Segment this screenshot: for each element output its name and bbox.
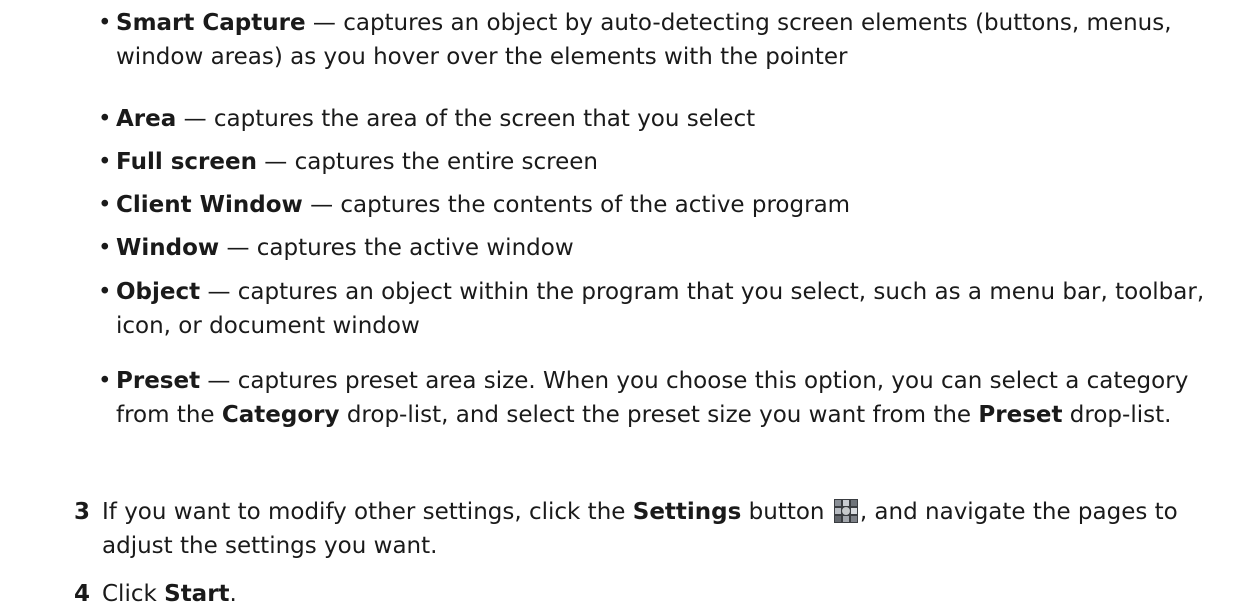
bullet-glyph: • <box>98 235 112 261</box>
capture-mode-name: Window <box>116 235 220 261</box>
capture-mode-description: drop-list. <box>1062 402 1172 428</box>
bullet-glyph: • <box>98 279 112 305</box>
capture-mode-client-window: • Client Window — captures the contents o… <box>98 188 1238 222</box>
capture-mode-name: Full screen <box>116 149 257 175</box>
step-4: 4 Click Start. <box>74 577 1234 611</box>
bullet-glyph: • <box>98 192 112 218</box>
step-text: button <box>741 499 832 525</box>
bullet-glyph: • <box>98 368 112 394</box>
settings-icon <box>833 499 858 523</box>
step-number: 4 <box>74 581 91 607</box>
bullet-glyph: • <box>98 149 112 175</box>
bullet-glyph: • <box>98 106 112 132</box>
category-droplist-ref: Category <box>221 402 340 428</box>
start-ref: Start <box>164 581 230 607</box>
bullet-glyph: • <box>98 10 112 36</box>
capture-mode-name: Area <box>116 106 177 132</box>
capture-mode-description: captures the active window <box>256 235 574 261</box>
step-3: 3 If you want to modify other settings, c… <box>74 495 1234 563</box>
dash: — <box>176 106 214 132</box>
step-text: If you want to modify other settings, cl… <box>102 499 633 525</box>
dash: — <box>302 192 341 218</box>
capture-mode-window: • Window — captures the active window <box>98 231 1238 265</box>
step-text: . <box>229 581 237 607</box>
capture-mode-description: drop-list, and select the preset size yo… <box>339 402 979 428</box>
dash: — <box>219 235 257 261</box>
dash: — <box>305 10 344 36</box>
capture-mode-name: Object <box>116 279 201 305</box>
capture-mode-name: Smart Capture <box>116 10 306 36</box>
capture-mode-name: Client Window <box>116 192 303 218</box>
capture-mode-name: Preset <box>116 368 201 394</box>
capture-mode-object: • Object — captures an object within the … <box>98 275 1238 343</box>
dash: — <box>200 279 238 305</box>
preset-droplist-ref: Preset <box>978 402 1063 428</box>
settings-ref: Settings <box>632 499 742 525</box>
step-number: 3 <box>74 499 91 525</box>
dash: — <box>256 149 295 175</box>
dash: — <box>200 368 238 394</box>
capture-mode-description: captures the area of the screen that you… <box>213 106 756 132</box>
capture-mode-smart-capture: • Smart Capture — captures an object by a… <box>98 6 1238 74</box>
capture-mode-preset: • Preset — captures preset area size. Whe… <box>98 364 1238 432</box>
step-text: Click <box>102 581 165 607</box>
capture-mode-description: captures the contents of the active prog… <box>340 192 851 218</box>
capture-mode-description: captures an object within the program th… <box>116 279 1205 339</box>
capture-mode-full-screen: • Full screen — captures the entire scree… <box>98 145 1238 179</box>
capture-mode-description: captures the entire screen <box>294 149 598 175</box>
capture-mode-area: • Area — captures the area of the screen … <box>98 102 1238 136</box>
